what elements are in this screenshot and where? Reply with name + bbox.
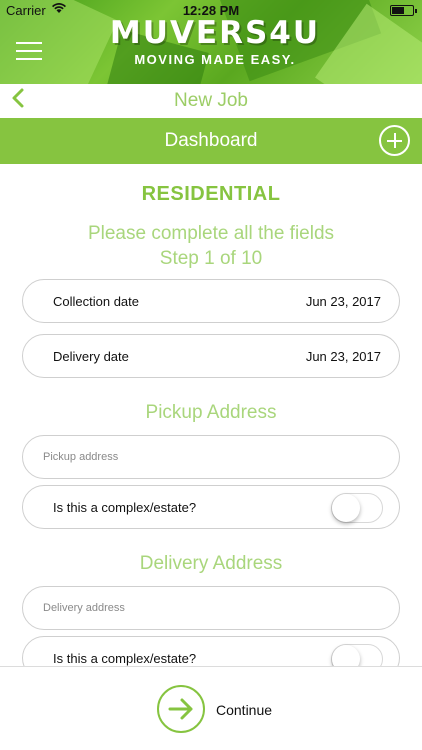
dashboard-title: Dashboard <box>164 130 258 151</box>
pickup-complex-toggle[interactable] <box>331 493 383 523</box>
delivery-complex-label: Is this a complex/estate? <box>53 651 197 666</box>
collection-date-field[interactable]: Collection date Jun 23, 2017 <box>22 279 400 323</box>
collection-date-value: Jun 23, 2017 <box>305 294 381 309</box>
instruction-line: Please complete all the fields <box>87 223 335 244</box>
navigation-bar: New Job <box>0 84 422 118</box>
battery-icon <box>390 5 417 16</box>
dashboard-bar: Dashboard <box>0 118 422 164</box>
instruction-text: Please complete all the fields Step 1 of… <box>0 221 422 271</box>
pickup-address-input[interactable] <box>43 446 373 468</box>
logo-tagline: MOVING MADE EASY. <box>134 52 296 67</box>
delivery-date-value: Jun 23, 2017 <box>305 349 381 364</box>
page-title: New Job <box>174 90 248 111</box>
footer-bar: Continue <box>0 666 422 750</box>
delivery-date-field[interactable]: Delivery date Jun 23, 2017 <box>22 334 400 378</box>
delivery-address-input[interactable] <box>43 597 373 619</box>
arrow-right-icon <box>168 698 193 720</box>
continue-label[interactable]: Continue <box>216 702 272 718</box>
delivery-address-field <box>22 586 400 630</box>
job-type-heading: RESIDENTIAL <box>141 183 281 205</box>
pickup-address-field <box>22 435 400 479</box>
continue-button[interactable] <box>157 685 205 733</box>
pickup-complex-row: Is this a complex/estate? <box>22 485 400 529</box>
pickup-complex-label: Is this a complex/estate? <box>53 500 197 515</box>
header-banner: Carrier 12:28 PM MUVERS4U MOVING MADE EA… <box>0 0 422 84</box>
hamburger-menu-icon[interactable] <box>16 42 42 62</box>
step-indicator: Step 1 of 10 <box>159 248 263 269</box>
app-logo: MUVERS4U MOVING MADE EASY. <box>90 16 340 67</box>
collection-date-label: Collection date <box>53 294 139 309</box>
pickup-address-heading: Pickup Address <box>145 402 277 423</box>
delivery-date-label: Delivery date <box>53 349 129 364</box>
add-plus-icon[interactable] <box>379 125 410 156</box>
logo-brand: MUVERS4U <box>109 15 321 51</box>
delivery-address-heading: Delivery Address <box>139 553 283 574</box>
